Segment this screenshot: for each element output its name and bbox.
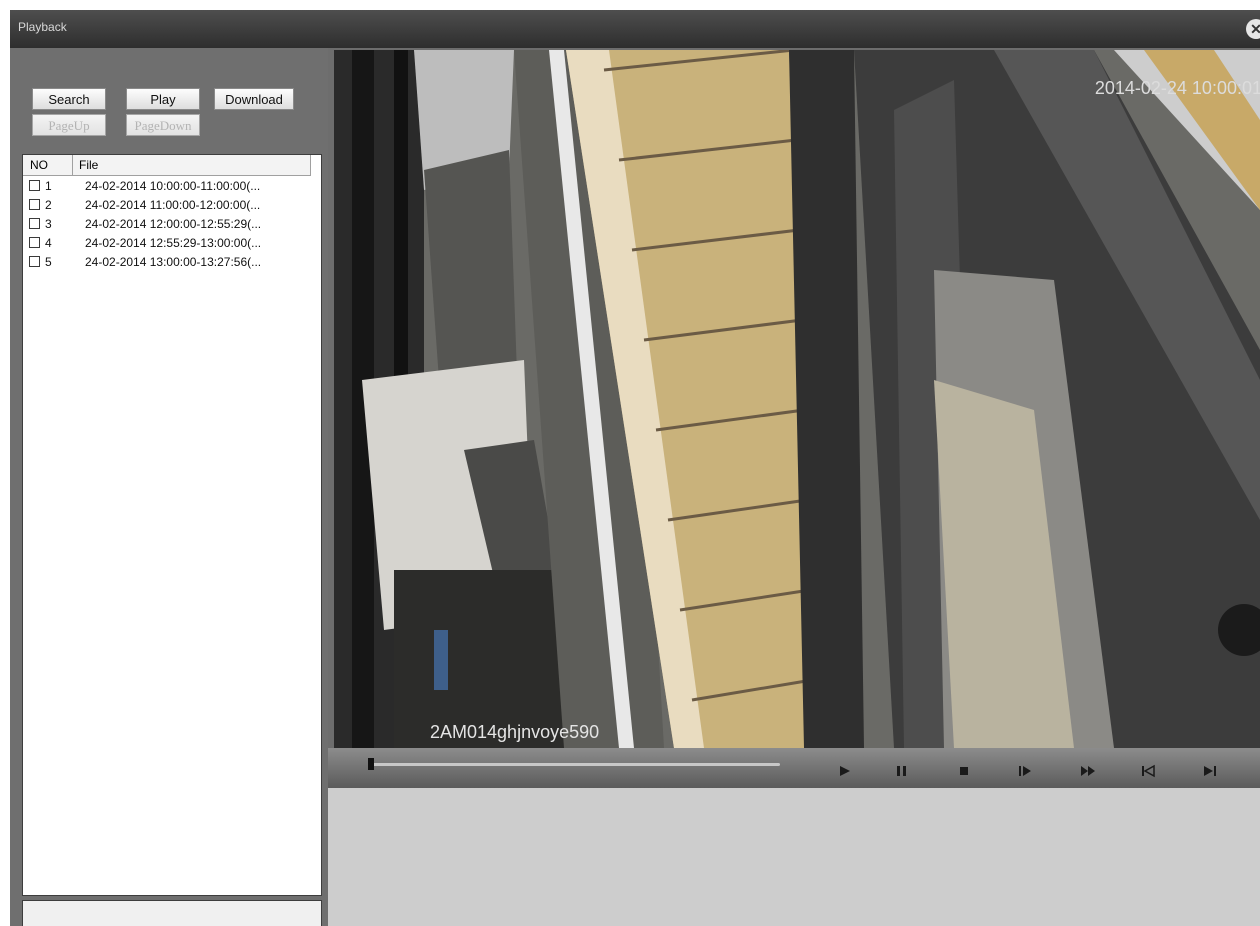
row-file: 24-02-2014 10:00:00-11:00:00(...	[85, 179, 261, 193]
row-number: 2	[45, 198, 52, 212]
window-title: Playback	[18, 20, 67, 34]
previous-file-icon[interactable]	[1138, 764, 1158, 778]
list-item[interactable]: 2 24-02-2014 11:00:00-12:00:00(...	[29, 196, 311, 215]
list-header: NO File	[23, 155, 311, 176]
row-checkbox[interactable]	[29, 256, 40, 267]
step-forward-icon[interactable]	[1014, 764, 1034, 778]
list-item[interactable]: 5 24-02-2014 13:00:00-13:27:56(...	[29, 253, 311, 272]
stop-icon[interactable]	[954, 764, 974, 778]
playback-window: Playback ✕ Search Play Download PageUp P…	[10, 10, 1260, 926]
info-area	[328, 788, 1260, 926]
fast-forward-icon[interactable]	[1078, 764, 1098, 778]
list-item[interactable]: 3 24-02-2014 12:00:00-12:55:29(...	[29, 215, 311, 234]
row-number: 4	[45, 236, 52, 250]
download-button[interactable]: Download	[214, 88, 294, 110]
playback-controls	[328, 748, 1260, 788]
file-rows: 1 24-02-2014 10:00:00-11:00:00(... 2 24-02…	[29, 177, 311, 272]
row-number: 5	[45, 255, 52, 269]
video-timestamp: 2014-02-24 10:00:01	[1094, 78, 1260, 98]
row-file: 24-02-2014 13:00:00-13:27:56(...	[85, 255, 262, 269]
play-button[interactable]: Play	[126, 88, 200, 110]
row-checkbox[interactable]	[29, 180, 40, 191]
list-item[interactable]: 4 24-02-2014 12:55:29-13:00:00(...	[29, 234, 311, 253]
play-icon[interactable]	[834, 764, 854, 778]
close-icon[interactable]: ✕	[1246, 19, 1260, 39]
column-header-no[interactable]: NO	[23, 155, 73, 175]
row-file: 24-02-2014 12:00:00-12:55:29(...	[85, 217, 262, 231]
progress-track[interactable]	[370, 763, 780, 766]
file-panel: Search Play Download PageUp PageDown NO …	[10, 48, 328, 926]
camera-name: 2AM014ghjnvoye590	[430, 722, 600, 742]
row-file: 24-02-2014 12:55:29-13:00:00(...	[85, 236, 262, 250]
row-checkbox[interactable]	[29, 199, 40, 210]
search-button[interactable]: Search	[32, 88, 106, 110]
row-number: 3	[45, 217, 52, 231]
status-field	[22, 900, 322, 926]
list-item[interactable]: 1 24-02-2014 10:00:00-11:00:00(...	[29, 177, 311, 196]
row-file: 24-02-2014 11:00:00-12:00:00(...	[85, 198, 261, 212]
next-file-icon[interactable]	[1200, 764, 1220, 778]
row-checkbox[interactable]	[29, 237, 40, 248]
page-up-button[interactable]: PageUp	[32, 114, 106, 136]
column-header-file[interactable]: File	[73, 155, 311, 175]
file-list: NO File 1 24-02-2014 10:00:00-11:00:00(..…	[22, 154, 322, 896]
video-view[interactable]: 2014-02-24 10:00:01 2AM014ghjnvoye590	[334, 50, 1260, 748]
row-number: 1	[45, 179, 52, 193]
camera-frame	[334, 50, 1260, 748]
title-bar: Playback ✕	[10, 10, 1260, 48]
page-down-button[interactable]: PageDown	[126, 114, 200, 136]
pause-icon[interactable]	[892, 764, 912, 778]
row-checkbox[interactable]	[29, 218, 40, 229]
progress-thumb[interactable]	[368, 758, 374, 770]
